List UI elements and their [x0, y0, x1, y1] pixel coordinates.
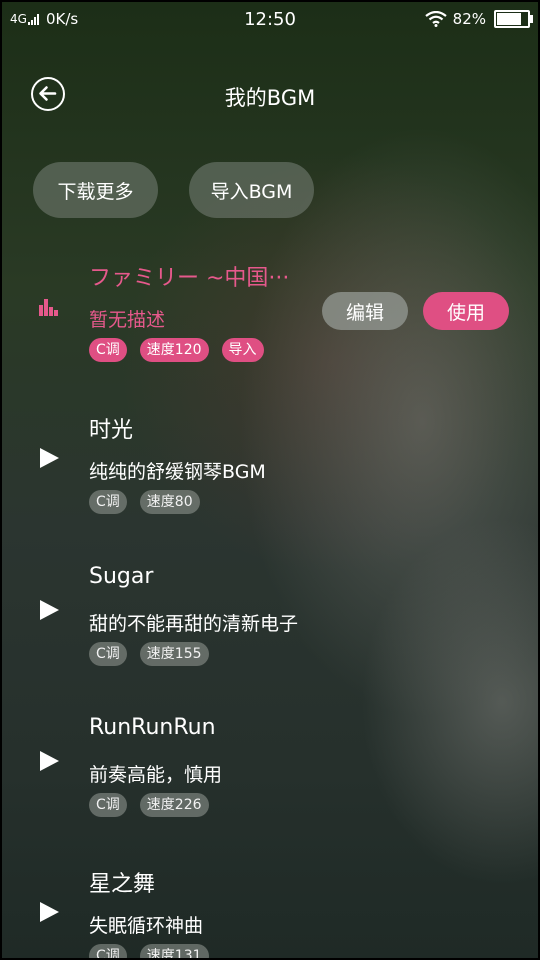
- bgm-tags: C调 速度226: [89, 793, 222, 817]
- tempo-tag: 速度120: [139, 338, 209, 362]
- battery-icon: [494, 10, 533, 28]
- bgm-item[interactable]: ファミリー ~中国··· 暂无描述 C调 速度120 导入 编辑 使用: [2, 258, 538, 398]
- bgm-description: 暂无描述: [89, 309, 166, 331]
- play-icon[interactable]: [38, 750, 60, 772]
- key-tag: C调: [89, 944, 127, 958]
- bgm-description: 失眠循环神曲: [89, 915, 204, 937]
- app-screen: 4G 0K/s 12:50 82% 我的BGM 下载更多 导入BGM ファミリー…: [0, 0, 540, 960]
- bgm-tags: C调 速度131: [89, 944, 222, 958]
- bgm-description: 甜的不能再甜的清新电子: [89, 613, 299, 635]
- key-tag: C调: [89, 642, 127, 666]
- bgm-name: RunRunRun: [89, 715, 216, 740]
- edit-button[interactable]: 编辑: [322, 292, 408, 330]
- tempo-tag: 速度226: [139, 793, 209, 817]
- bgm-name: ファミリー ~中国···: [89, 266, 290, 291]
- bgm-tags: C调 速度120 导入: [89, 338, 277, 362]
- bgm-item[interactable]: RunRunRun 前奏高能，慎用 C调 速度226: [2, 713, 538, 853]
- tempo-tag: 速度80: [139, 490, 200, 514]
- bgm-item[interactable]: Sugar 甜的不能再甜的清新电子 C调 速度155: [2, 562, 538, 702]
- tempo-tag: 速度131: [139, 944, 209, 958]
- use-button[interactable]: 使用: [423, 292, 509, 330]
- tempo-tag: 速度155: [139, 642, 209, 666]
- page-title: 我的BGM: [224, 86, 316, 110]
- equalizer-icon: [39, 299, 58, 316]
- play-icon[interactable]: [38, 599, 60, 621]
- key-tag: C调: [89, 793, 127, 817]
- bgm-item[interactable]: 时光 纯纯的舒缓钢琴BGM C调 速度80: [2, 410, 538, 550]
- bgm-item[interactable]: 星之舞 失眠循环神曲 C调 速度131: [2, 864, 538, 958]
- status-right: 82%: [424, 10, 533, 28]
- bgm-name: 星之舞: [89, 872, 156, 897]
- download-more-button[interactable]: 下载更多: [33, 162, 158, 218]
- bgm-name: 时光: [89, 418, 134, 443]
- key-tag: C调: [89, 490, 127, 514]
- imported-tag: 导入: [221, 338, 264, 362]
- status-bar: 4G 0K/s 12:50 82%: [2, 2, 538, 38]
- wifi-icon: [424, 11, 447, 27]
- key-tag: C调: [89, 338, 127, 362]
- bgm-tags: C调 速度155: [89, 642, 222, 666]
- play-icon[interactable]: [38, 901, 60, 923]
- bgm-tags: C调 速度80: [89, 490, 213, 514]
- bgm-description: 前奏高能，慎用: [89, 764, 223, 786]
- bgm-name: Sugar: [89, 564, 154, 589]
- import-bgm-button[interactable]: 导入BGM: [189, 162, 314, 218]
- battery-fill: [497, 13, 522, 25]
- battery-percent: 82%: [452, 10, 486, 28]
- bgm-description: 纯纯的舒缓钢琴BGM: [89, 461, 266, 483]
- play-icon[interactable]: [38, 447, 60, 469]
